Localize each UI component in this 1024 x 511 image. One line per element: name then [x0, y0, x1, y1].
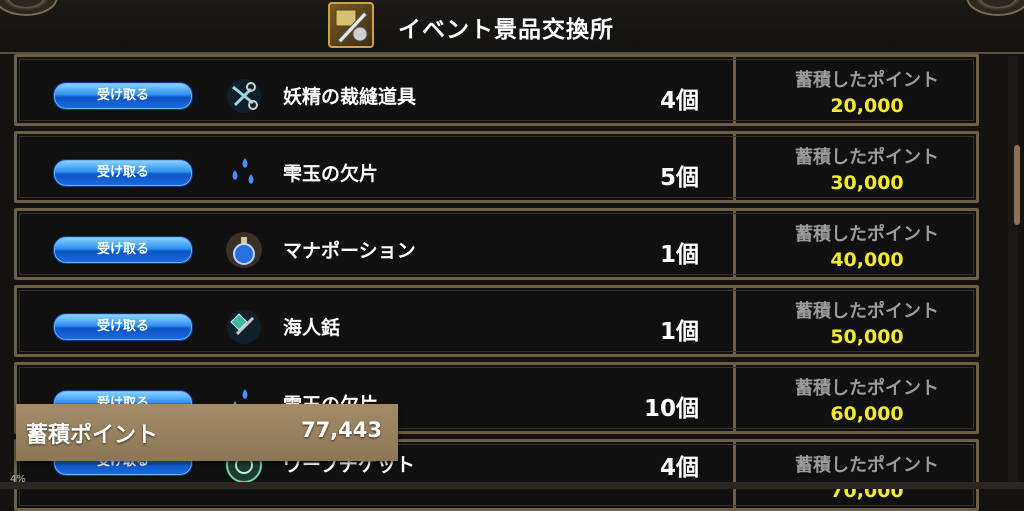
points-label: 蓄積したポイント: [795, 301, 939, 322]
header-ornament-right: [966, 0, 1024, 16]
header-bar: イベント景品交換所: [0, 0, 1024, 54]
item-count: 5個: [659, 165, 699, 191]
row-divider: [733, 134, 736, 200]
points-value: 20,000: [830, 95, 904, 117]
receive-button[interactable]: 受け取る: [53, 236, 193, 264]
row-divider: [733, 442, 736, 508]
points-value: 60,000: [830, 403, 904, 425]
item-name: 雫玉の欠片: [283, 163, 379, 185]
item-count: 4個: [659, 455, 699, 481]
points-label: 蓄積したポイント: [795, 455, 939, 476]
reward-row: 受け取る 海人銛 1個 蓄積したポイント 50,000: [14, 285, 979, 357]
corner-stat: 4%: [10, 474, 26, 485]
potion-icon: [225, 231, 263, 269]
item-count: 1個: [659, 319, 699, 345]
reward-row: 受け取る マナポーション 1個 蓄積したポイント 40,000: [14, 208, 979, 280]
scrollbar-track[interactable]: [1008, 56, 1018, 486]
row-divider: [733, 288, 736, 354]
points-value: 40,000: [830, 249, 904, 271]
row-divider: [733, 57, 736, 123]
row-divider: [733, 365, 736, 431]
item-count: 10個: [643, 396, 699, 422]
scissors-icon: [225, 77, 263, 115]
points-label: 蓄積したポイント: [795, 224, 939, 245]
scrollbar-thumb[interactable]: [1014, 145, 1020, 225]
row-divider: [733, 211, 736, 277]
header-ornament-left: [0, 0, 58, 16]
item-name: 妖精の裁縫道具: [283, 86, 417, 108]
droplets-icon: [225, 154, 263, 192]
accumulated-points-value: 77,443: [300, 418, 382, 442]
points-value: 50,000: [830, 326, 904, 348]
receive-button[interactable]: 受け取る: [53, 82, 193, 110]
bottom-bar: [0, 482, 1024, 489]
item-count: 1個: [659, 242, 699, 268]
hammer-icon: [225, 308, 263, 346]
item-name: 海人銛: [283, 317, 341, 339]
item-name: マナポーション: [283, 240, 416, 262]
reward-row: 受け取る 妖精の裁縫道具 4個 蓄積したポイント 20,000: [14, 54, 979, 126]
reward-row: 受け取る 雫玉の欠片 5個 蓄積したポイント 30,000: [14, 131, 979, 203]
receive-button[interactable]: 受け取る: [53, 313, 193, 341]
page-title: イベント景品交換所: [398, 17, 614, 43]
sword-shield-icon: [328, 2, 374, 48]
points-label: 蓄積したポイント: [795, 147, 939, 168]
points-label: 蓄積したポイント: [795, 378, 939, 399]
receive-button[interactable]: 受け取る: [53, 159, 193, 187]
points-label: 蓄積したポイント: [795, 70, 939, 91]
accumulated-points-panel: 蓄積ポイント 77,443: [16, 404, 398, 461]
accumulated-points-label: 蓄積ポイント: [26, 423, 159, 448]
item-count: 4個: [659, 88, 699, 114]
points-value: 30,000: [830, 172, 904, 194]
